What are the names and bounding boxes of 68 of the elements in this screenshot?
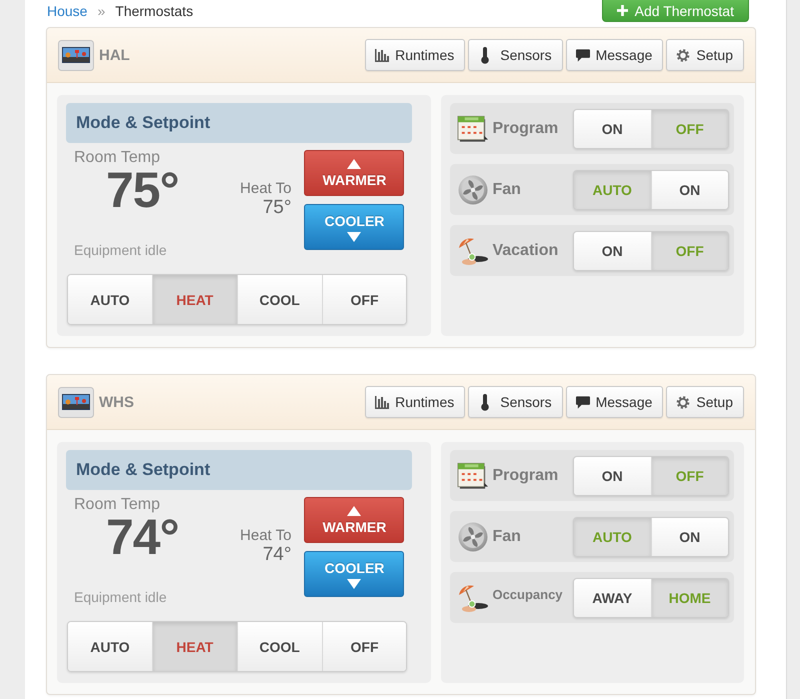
mode-button[interactable]: COOL (238, 622, 323, 671)
gear-icon (676, 48, 690, 62)
panel-title: Mode & Setpoint (66, 103, 412, 143)
thermostat-name: HAL (99, 46, 130, 64)
warmer-button[interactable]: WARMER (304, 497, 404, 543)
setup-button[interactable]: Setup (666, 386, 744, 418)
toggle-option[interactable]: ON (652, 170, 728, 208)
device-screen-icon (58, 40, 94, 70)
mode-button[interactable]: HEAT (152, 275, 238, 324)
speech-bubble-icon (576, 48, 590, 62)
toggle-option[interactable]: ON (652, 518, 728, 556)
plus-icon (616, 5, 628, 16)
thermometer-icon (481, 394, 490, 410)
setting-label: Occupancy (492, 587, 563, 602)
runtimes-button[interactable]: Runtimes (365, 39, 466, 71)
setpoint-label: Heat To (240, 527, 292, 544)
fan-icon (457, 174, 490, 204)
message-button[interactable]: Message (566, 39, 664, 71)
toggle-option[interactable]: ON (574, 232, 652, 270)
fan-icon (457, 522, 490, 552)
speech-bubble-icon (576, 396, 590, 408)
setup-button[interactable]: Setup (666, 39, 744, 71)
thermometer-icon (481, 46, 490, 64)
message-button[interactable]: Message (566, 386, 664, 418)
mode-button[interactable]: AUTO (68, 275, 153, 324)
room-temp-label: Room Temp (74, 149, 160, 167)
down-triangle-icon (347, 232, 362, 242)
beach-umbrella-icon (457, 236, 490, 266)
setting-label: Vacation (492, 242, 558, 260)
mode-button[interactable]: COOL (238, 275, 323, 324)
toggle-option[interactable]: AWAY (574, 578, 652, 616)
down-triangle-icon (347, 578, 362, 588)
toggle-option[interactable]: ON (574, 110, 652, 148)
device-screen-icon (58, 386, 94, 418)
warmer-button[interactable]: WARMER (304, 150, 404, 196)
up-triangle-icon (347, 158, 362, 168)
runtimes-button[interactable]: Runtimes (365, 386, 466, 418)
beach-umbrella-icon (457, 582, 490, 612)
mode-button[interactable]: HEAT (152, 622, 238, 671)
up-triangle-icon (347, 506, 362, 516)
setpoint-label: Heat To (240, 180, 292, 197)
panel-title: Mode & Setpoint (66, 450, 412, 490)
setting-label: Fan (492, 528, 521, 546)
sensors-button[interactable]: Sensors (468, 39, 563, 71)
calendar-icon (457, 460, 490, 490)
room-temp-label: Room Temp (74, 496, 160, 514)
mode-button[interactable]: AUTO (68, 622, 153, 671)
breadcrumb-separator: » (97, 3, 106, 19)
bar-chart-icon (375, 396, 390, 408)
setting-label: Program (492, 120, 558, 138)
setting-label: Fan (492, 180, 521, 198)
setpoint-value: 74° (262, 544, 292, 566)
room-temp-value: 74° (106, 514, 179, 560)
equipment-status: Equipment idle (74, 589, 167, 605)
bar-chart-icon (375, 48, 390, 62)
equipment-status: Equipment idle (74, 242, 167, 258)
setpoint-value: 75° (262, 197, 292, 219)
breadcrumb-link[interactable]: House (47, 3, 88, 19)
thermostat-name: WHS (99, 394, 134, 410)
room-temp-value: 75° (106, 167, 179, 213)
gear-icon (676, 396, 690, 408)
sensors-button[interactable]: Sensors (468, 386, 563, 418)
breadcrumb-current: Thermostats (115, 3, 194, 19)
toggle-option[interactable]: ON (574, 456, 652, 494)
mode-button[interactable]: OFF (322, 275, 406, 324)
calendar-icon (457, 114, 490, 144)
mode-button[interactable]: OFF (322, 622, 406, 671)
setting-label: Program (492, 466, 558, 484)
